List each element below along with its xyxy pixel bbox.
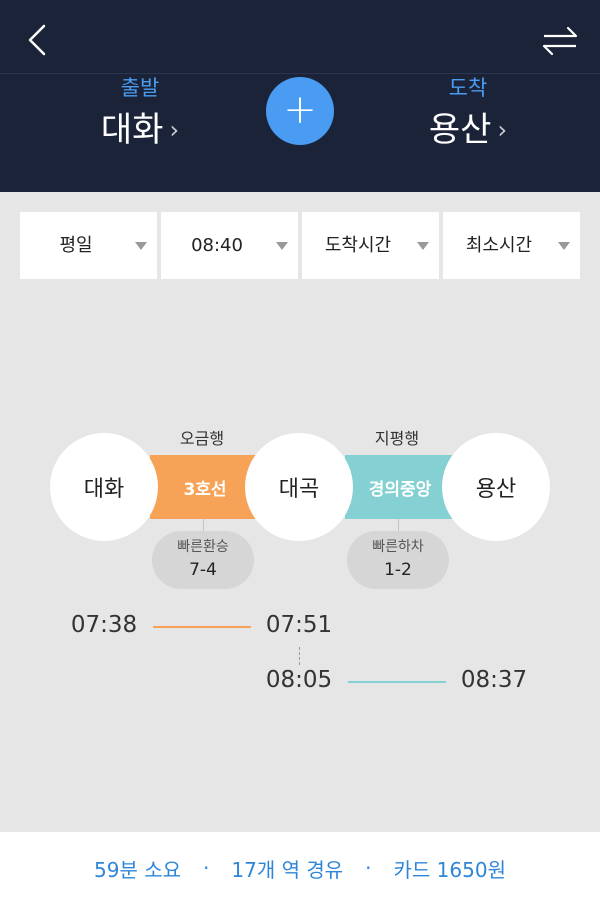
back-button[interactable] [24, 20, 56, 60]
chevron-right-icon: › [169, 116, 180, 144]
route-summary: 59분 소요 · 17개 역 경유 · 카드 1650원 [0, 832, 600, 904]
arrival-station-name: 용산 [428, 110, 492, 150]
time-type-dropdown[interactable]: 도착시간 [302, 212, 439, 279]
arrive-time: 07:51 [265, 612, 333, 638]
sort-label: 최소시간 [465, 235, 533, 256]
day-type-dropdown[interactable]: 평일 [20, 212, 157, 279]
sort-dropdown[interactable]: 최소시간 [443, 212, 580, 279]
caret-down-icon [276, 242, 288, 250]
segment-direction: 지평행 [374, 429, 420, 448]
time-label: 08:40 [191, 235, 243, 256]
line-badge: 경의중앙 [345, 455, 455, 519]
arrival-station-selector[interactable]: 용산 › [429, 108, 507, 152]
transfer-wait-line [299, 647, 300, 665]
departure-station-selector[interactable]: 대화 › [101, 108, 179, 152]
depart-time: 08:05 [265, 667, 333, 693]
station-circle[interactable]: 대화 [50, 433, 158, 541]
add-waypoint-button[interactable]: + [266, 77, 334, 145]
segment-line [153, 626, 251, 628]
arrive-time: 08:37 [460, 667, 528, 693]
depart-time: 07:38 [70, 612, 138, 638]
caret-down-icon [417, 242, 429, 250]
arrival-label: 도착 [448, 76, 488, 100]
station-circle[interactable]: 대곡 [245, 433, 353, 541]
time-dropdown[interactable]: 08:40 [161, 212, 298, 279]
caret-down-icon [558, 242, 570, 250]
separator-dot: · [203, 856, 210, 880]
departure-block: 출발 대화 › [50, 74, 230, 152]
duration-text: 59분 소요 [94, 857, 182, 882]
transfer-value: 7-4 [189, 560, 217, 580]
fare-text: 카드 1650원 [393, 857, 506, 882]
day-type-label: 평일 [59, 235, 93, 256]
caret-down-icon [135, 242, 147, 250]
route-header: 출발 대화 › + 도착 용산 › [0, 0, 600, 192]
line-badge: 3호선 [150, 455, 260, 519]
route-summary-bar: 59분 소요 · 17개 역 경유 · 카드 1650원 [0, 832, 600, 904]
stations-count-text: 17개 역 경유 [231, 857, 344, 882]
station-circle[interactable]: 용산 [442, 433, 550, 541]
arrival-block: 도착 용산 › [378, 74, 558, 152]
swap-arrows-icon [542, 26, 578, 56]
exit-badge: 빠른하차 1-2 [347, 531, 449, 589]
chevron-left-icon [28, 24, 46, 56]
departure-label: 출발 [120, 76, 160, 100]
segment-direction: 오금행 [179, 429, 225, 448]
chevron-right-icon: › [497, 116, 508, 144]
time-type-label: 도착시간 [324, 235, 392, 256]
exit-value: 1-2 [384, 560, 412, 580]
plus-icon: + [283, 87, 317, 133]
exit-title: 빠른하차 [372, 539, 424, 555]
segment-line [348, 681, 446, 683]
separator-dot: · [365, 856, 372, 880]
departure-station-name: 대화 [100, 110, 164, 150]
transfer-title: 빠른환승 [177, 539, 229, 555]
swap-button[interactable] [540, 22, 580, 58]
transfer-badge: 빠른환승 7-4 [152, 531, 254, 589]
